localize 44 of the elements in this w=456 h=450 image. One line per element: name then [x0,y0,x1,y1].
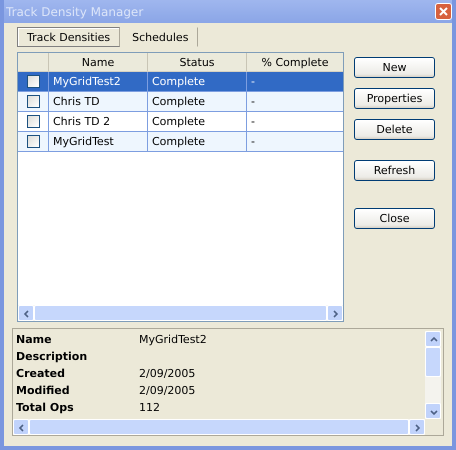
property-value: 2/09/2005 [139,384,196,397]
table-cell: Chris TD [48,92,147,111]
property-label: Description [16,350,88,363]
table-cell: MyGridTest [48,132,147,151]
action-button[interactable]: Delete [354,119,435,140]
close-button[interactable] [435,3,452,20]
action-button[interactable]: Properties [354,88,435,109]
checkbox[interactable] [26,75,40,88]
table-cell: Complete [147,112,246,131]
table-cell: Complete [147,92,246,111]
checkbox[interactable] [26,135,40,148]
property-value: MyGridTest2 [139,333,208,346]
vertical-scrollbar[interactable] [425,331,441,419]
table-row[interactable]: MyGridTest2 Complete - [18,72,343,92]
action-button[interactable]: Refresh [354,160,435,181]
table-cell: - [246,112,343,131]
close-icon [439,7,448,16]
table-row[interactable]: Chris TD 2 Complete - [18,112,343,132]
property-label: Total Ops [16,401,75,414]
window-title: Track Density Manager [6,4,144,18]
column-header[interactable]: Status [147,53,246,71]
table-cell: - [246,132,343,151]
column-header[interactable]: % Complete [246,53,343,71]
property-value: 2/09/2005 [139,367,196,380]
table-row[interactable]: MyGridTest Complete - [18,132,343,152]
horizontal-scrollbar[interactable] [13,419,425,435]
checkbox[interactable] [26,95,40,108]
property-label: Name [16,333,53,346]
horizontal-scrollbar[interactable] [18,305,343,321]
table-row[interactable]: Chris TD Complete - [18,92,343,112]
table-cell: Complete [147,132,246,151]
table-cell: Chris TD 2 [48,112,147,131]
table-cell: - [246,72,343,91]
table-cell: Complete [147,72,246,91]
column-header[interactable]: Name [48,53,147,71]
property-label: Created [16,367,66,380]
property-label: Modified [16,384,71,397]
action-button[interactable]: New [354,57,435,78]
table-cell: - [246,92,343,111]
table-cell: MyGridTest2 [48,72,147,91]
action-button[interactable]: Close [354,208,435,229]
checkbox[interactable] [26,115,40,128]
property-value: 112 [139,401,161,414]
tab[interactable]: Track Densities [17,27,120,47]
